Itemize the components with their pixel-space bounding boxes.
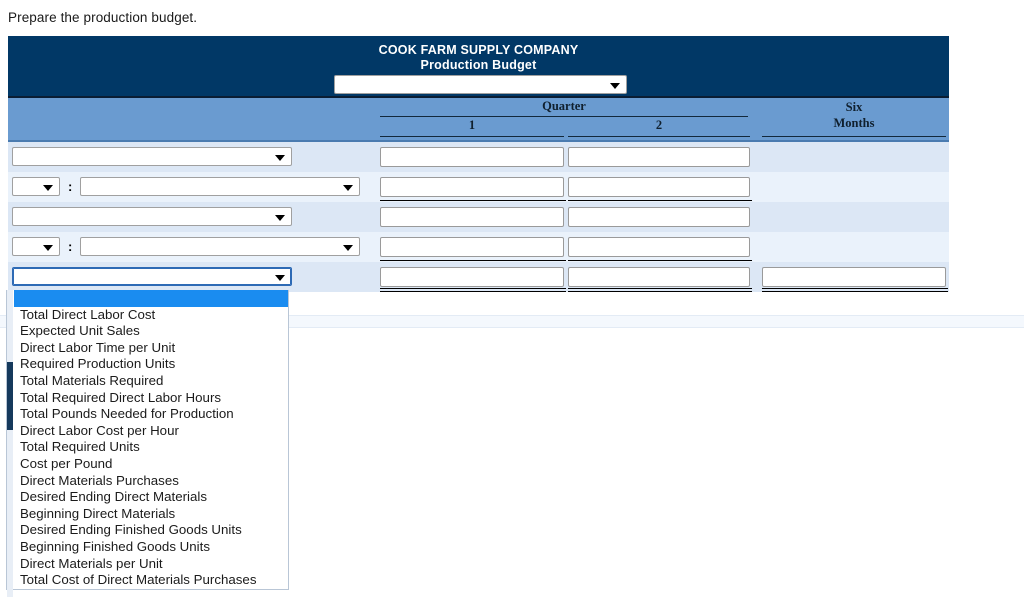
row-4-q2-underline <box>568 260 752 261</box>
row-2-prefix-select[interactable] <box>12 177 60 196</box>
row-1-q1-cell <box>380 147 564 167</box>
quarter-1-label: 1 <box>468 118 476 132</box>
row-1-account-select[interactable] <box>12 147 292 166</box>
row-4-label-cell: : <box>12 237 361 256</box>
row-2-q2-input[interactable] <box>568 177 750 197</box>
row-4-account-select[interactable] <box>80 237 361 256</box>
row-3-label-cell <box>12 207 292 226</box>
row-3-q2-cell <box>568 207 750 227</box>
six-months-line1: Six <box>845 100 863 114</box>
period-select[interactable] <box>334 75 627 94</box>
dropdown-option[interactable]: Beginning Finished Goods Units <box>14 539 288 556</box>
row-2-label-cell: : <box>12 177 361 196</box>
dropdown-option[interactable]: Cost per Pound <box>14 456 288 473</box>
dropdown-option[interactable]: Total Cost of Direct Materials Purchases <box>14 572 288 589</box>
row-2-account-select[interactable] <box>80 177 361 196</box>
row-4-q1-cell <box>380 237 564 257</box>
six-months-line2: Months <box>833 116 875 130</box>
row-5-q2-double-underline <box>568 288 752 292</box>
quarter-group-label: Quarter <box>542 99 586 113</box>
row-5-six-months-cell <box>762 267 946 287</box>
quarter-2-rule <box>568 136 750 137</box>
instruction-text: Prepare the production budget. <box>8 10 198 25</box>
dropdown-option[interactable]: Total Required Direct Labor Hours <box>14 390 288 407</box>
row-5-q1-double-underline <box>380 288 566 292</box>
account-dropdown-list[interactable]: Total Direct Labor Cost Expected Unit Sal… <box>6 290 289 597</box>
dropdown-scrollbar-thumb[interactable] <box>7 362 13 430</box>
row-2-q2-cell <box>568 177 750 197</box>
row-2-q1-underline <box>380 200 566 201</box>
row-3-q1-input[interactable] <box>380 207 564 227</box>
dropdown-option[interactable]: Direct Materials Purchases <box>14 473 288 490</box>
dropdown-option[interactable]: Direct Materials per Unit <box>14 556 288 573</box>
row-1-q2-cell <box>568 147 750 167</box>
company-name: COOK FARM SUPPLY COMPANY <box>378 43 579 57</box>
row-5-q1-cell <box>380 267 564 287</box>
table-row: : <box>8 172 949 202</box>
budget-worksheet: COOK FARM SUPPLY COMPANY Production Budg… <box>8 36 949 292</box>
row-4-q1-underline <box>380 260 566 261</box>
six-months-rule <box>762 136 946 137</box>
dropdown-option[interactable] <box>14 290 288 307</box>
dropdown-option[interactable]: Total Materials Required <box>14 373 288 390</box>
row-2-q2-underline <box>568 200 752 201</box>
row-5-q2-input[interactable] <box>568 267 750 287</box>
row-5-six-double-underline <box>762 288 948 292</box>
row-1-q1-input[interactable] <box>380 147 564 167</box>
row-3-q2-input[interactable] <box>568 207 750 227</box>
row-2-q1-cell <box>380 177 564 197</box>
row-5-q2-cell <box>568 267 750 287</box>
worksheet-title-header: COOK FARM SUPPLY COMPANY Production Budg… <box>8 36 949 98</box>
dropdown-options: Total Direct Labor Cost Expected Unit Sal… <box>14 290 288 589</box>
quarter-1-rule <box>380 136 564 137</box>
row-5-label-cell <box>12 267 292 286</box>
dropdown-option[interactable]: Total Required Units <box>14 439 288 456</box>
dropdown-option[interactable]: Desired Ending Direct Materials <box>14 489 288 506</box>
row-4-q1-input[interactable] <box>380 237 564 257</box>
table-row <box>8 262 949 292</box>
dropdown-scrollbar[interactable] <box>7 290 13 597</box>
row-4-q2-input[interactable] <box>568 237 750 257</box>
row-3-account-select[interactable] <box>12 207 292 226</box>
dropdown-option[interactable]: Total Pounds Needed for Production <box>14 406 288 423</box>
six-months-label: Six Months <box>760 99 948 131</box>
row-4-q2-cell <box>568 237 750 257</box>
row-2-separator: : <box>68 179 73 194</box>
quarter-2-label: 2 <box>655 118 663 132</box>
row-1-q2-input[interactable] <box>568 147 750 167</box>
row-1-label-cell <box>12 147 292 166</box>
period-select-wrap <box>334 75 627 94</box>
row-5-account-select[interactable] <box>12 267 292 286</box>
row-4-separator: : <box>68 239 73 254</box>
row-2-q1-input[interactable] <box>380 177 564 197</box>
dropdown-option[interactable]: Beginning Direct Materials <box>14 506 288 523</box>
dropdown-option[interactable]: Direct Labor Time per Unit <box>14 340 288 357</box>
table-row: : <box>8 232 949 262</box>
table-row <box>8 202 949 232</box>
row-3-q1-cell <box>380 207 564 227</box>
dropdown-option[interactable]: Desired Ending Finished Goods Units <box>14 522 288 539</box>
column-header-band: Quarter 1 2 Six Months <box>8 98 949 142</box>
dropdown-option[interactable]: Required Production Units <box>14 356 288 373</box>
dropdown-option[interactable]: Direct Labor Cost per Hour <box>14 423 288 440</box>
page-root: Prepare the production budget. COOK FARM… <box>0 0 1024 597</box>
quarter-group-rule <box>380 116 748 117</box>
row-5-six-months-input[interactable] <box>762 267 946 287</box>
dropdown-option[interactable]: Expected Unit Sales <box>14 323 288 340</box>
statement-name: Production Budget <box>420 58 537 72</box>
row-4-prefix-select[interactable] <box>12 237 60 256</box>
dropdown-option[interactable]: Total Direct Labor Cost <box>14 307 288 324</box>
table-row <box>8 142 949 172</box>
row-5-q1-input[interactable] <box>380 267 564 287</box>
